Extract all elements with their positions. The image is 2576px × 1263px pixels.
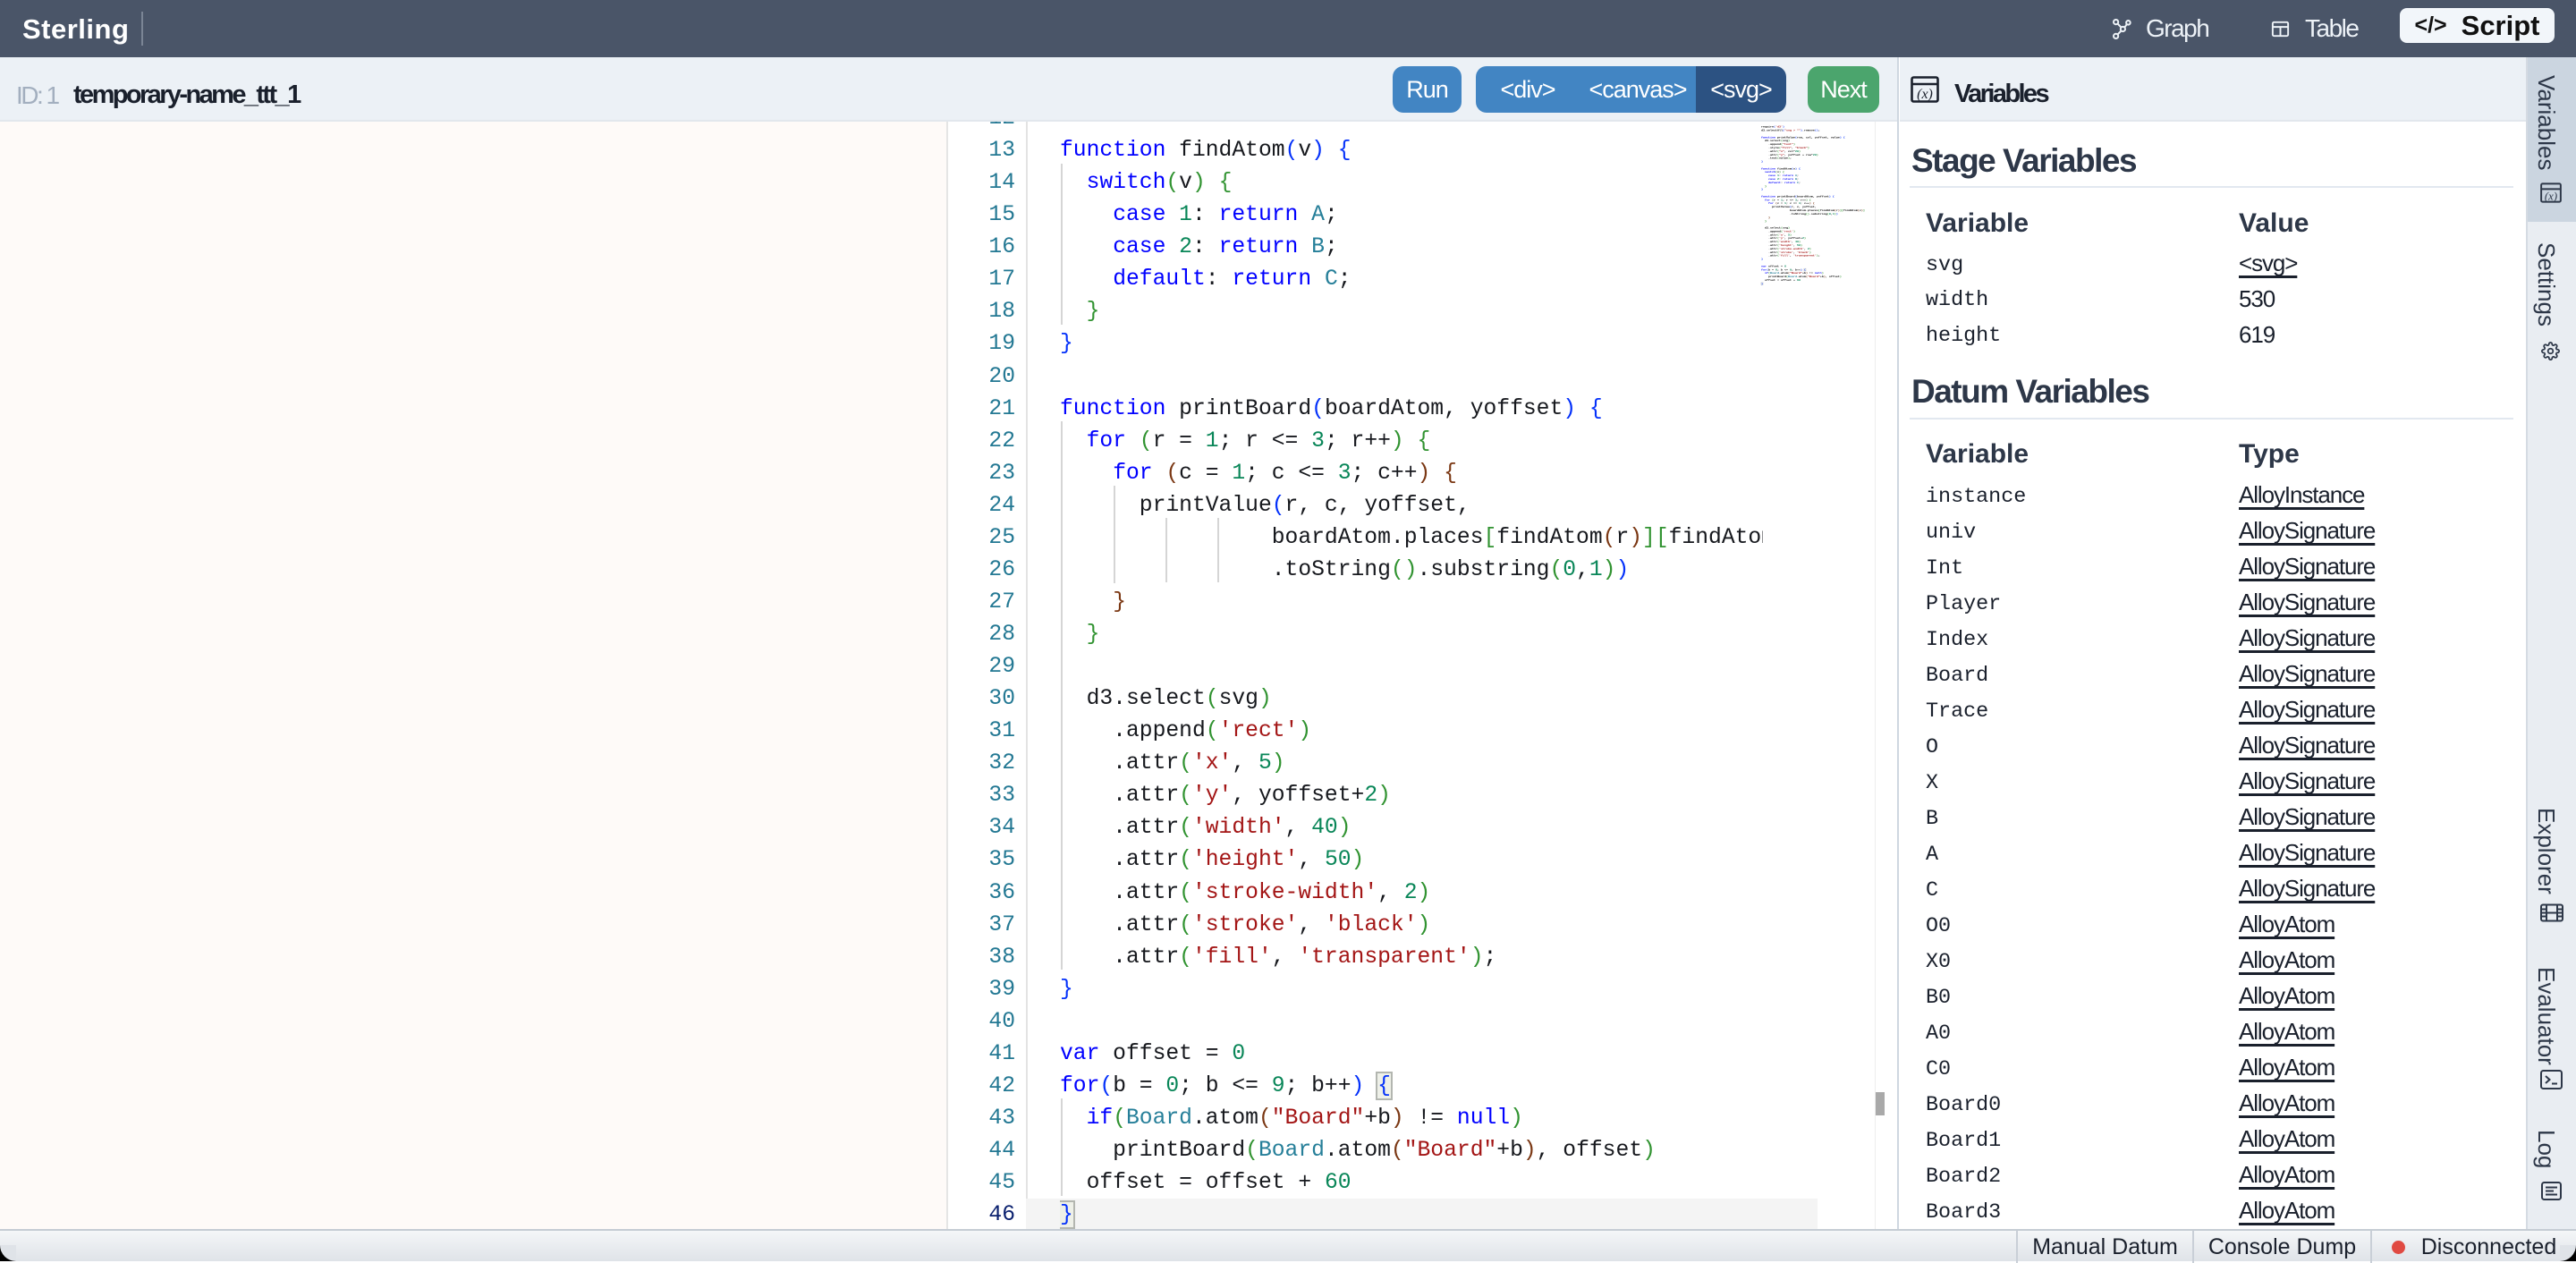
svg-text:(x): (x) (1917, 87, 1933, 102)
svg-text:(x): (x) (2545, 190, 2557, 202)
